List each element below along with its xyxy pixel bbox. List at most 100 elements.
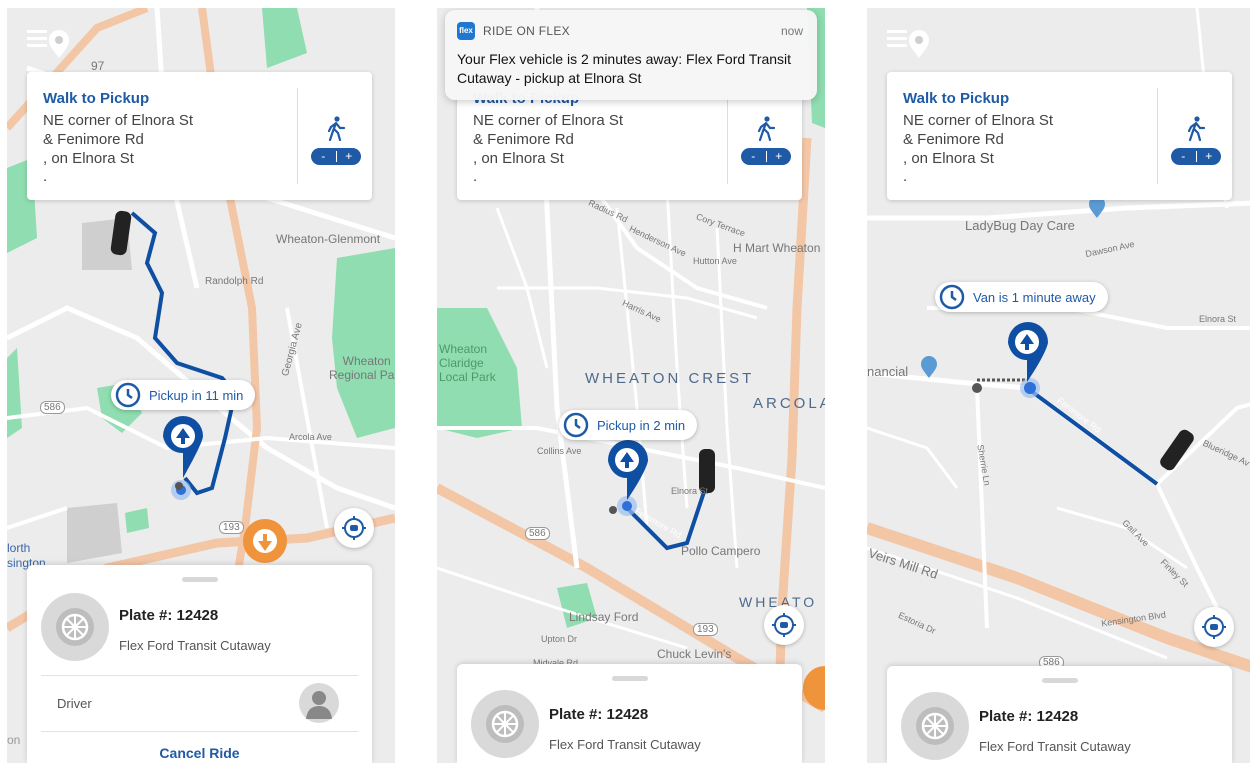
walk-time-stepper[interactable]: - + [1171, 148, 1221, 165]
divider [41, 675, 358, 676]
route-shield-193: 193 [693, 623, 718, 636]
card-address-line2: & Fenimore Rd [43, 131, 144, 148]
walk-to-pickup-card: Walk to Pickup NE corner of Elnora St & … [27, 72, 372, 200]
sheet-handle[interactable] [612, 676, 648, 681]
recenter-vehicle-button[interactable] [334, 508, 374, 548]
card-divider [297, 88, 298, 184]
map-label-lindsay: Lindsay Ford [569, 610, 639, 624]
map-label-ladybug: LadyBug Day Care [965, 218, 1075, 233]
plate-number: Plate #: 12428 [979, 708, 1079, 725]
walk-time-stepper[interactable]: - + [311, 148, 361, 165]
wheel-icon [916, 707, 954, 745]
menu-location-icon [887, 30, 929, 58]
vehicle-name: Flex Ford Transit Cutaway [549, 737, 701, 752]
vehicle-target-icon [772, 613, 796, 637]
card-address-line3: , on Elnora St [43, 150, 134, 167]
notification-body: Your Flex vehicle is 2 minutes away: Fle… [457, 51, 792, 86]
clock-icon [115, 382, 141, 408]
plate-number: Plate #: 12428 [119, 607, 219, 624]
recenter-vehicle-button[interactable] [764, 605, 804, 645]
card-address-line2: & Fenimore Rd [903, 131, 1004, 148]
clock-icon [939, 284, 965, 310]
map-label-arcola: ARCOLA [753, 395, 825, 412]
card-address-line4: . [473, 168, 478, 185]
divider [41, 731, 358, 732]
sheet-handle[interactable] [1042, 678, 1078, 683]
vehicle-avatar [901, 692, 969, 760]
card-address-line2: & Fenimore Rd [473, 131, 574, 148]
walking-person-icon [757, 116, 776, 142]
sheet-handle[interactable] [182, 577, 218, 582]
clock-icon [563, 412, 589, 438]
vehicle-sheet: Plate #: 12428 Flex Ford Transit Cutaway… [27, 565, 372, 763]
wheel-icon [486, 705, 524, 743]
push-notification[interactable]: flex RIDE ON FLEX now Your Flex vehicle … [445, 10, 817, 100]
wheel-icon [56, 608, 94, 646]
card-title: Walk to Pickup [903, 90, 1010, 107]
route-shield-193: 193 [219, 521, 244, 534]
map-label-randolph: Randolph Rd [205, 276, 264, 287]
card-address-line3: , on Elnora St [473, 150, 564, 167]
walking-person-icon [327, 116, 346, 142]
card-divider [1157, 88, 1158, 184]
menu-button[interactable] [25, 22, 73, 62]
map-label-wheaton-glenmont: Wheaton-Glenmont [276, 232, 381, 246]
plate-number: Plate #: 12428 [549, 706, 649, 723]
map-label-pollo: Pollo Campero [681, 544, 761, 558]
walking-person-icon [1187, 116, 1206, 142]
map-label-elnora: Elnora St [671, 486, 709, 496]
screen-walk-to-pickup-11min: 97 Randolph Rd Wheaton-Glenmont Georgia … [7, 8, 395, 763]
route-shield-586: 586 [40, 401, 65, 414]
stepper-minus[interactable]: - [1171, 148, 1196, 165]
vehicle-target-icon [342, 516, 366, 540]
vehicle-sheet: Plate #: 12428 Flex Ford Transit Cutaway [887, 666, 1232, 763]
walk-time-stepper[interactable]: - + [741, 148, 791, 165]
driver-avatar [299, 683, 339, 723]
card-title: Walk to Pickup [43, 90, 150, 107]
card-address-line1: NE corner of Elnora St [473, 112, 624, 129]
map-label-upton: Upton Dr [541, 634, 578, 644]
screen-notification-2min: H Mart Wheaton WHEATON CREST ARCOLA Poll… [437, 8, 825, 763]
stepper-plus[interactable]: + [1197, 148, 1222, 165]
pickup-eta-bubble: Pickup in 2 min [559, 410, 698, 440]
map-label-chuck: Chuck Levin's [657, 647, 732, 661]
notification-time: now [780, 24, 803, 38]
walk-to-pickup-card: Walk to Pickup NE corner of Elnora St & … [887, 72, 1232, 200]
stepper-minus[interactable]: - [311, 148, 336, 165]
pickup-eta-text: Pickup in 11 min [149, 387, 244, 403]
van-eta-text: Van is 1 minute away [973, 289, 1096, 305]
stepper-minus[interactable]: - [741, 148, 766, 165]
card-address-line4: . [903, 168, 908, 185]
notification-app-name: RIDE ON FLEX [483, 24, 570, 38]
pickup-eta-bubble: Pickup in 11 min [111, 380, 256, 410]
cancel-ride-button[interactable]: Cancel Ride [27, 745, 372, 761]
menu-button[interactable] [885, 22, 933, 62]
flex-app-logo: flex [457, 22, 475, 40]
pickup-eta-text: Pickup in 2 min [597, 417, 686, 433]
card-address-line4: . [43, 168, 48, 185]
vehicle-name: Flex Ford Transit Cutaway [119, 638, 271, 653]
stepper-plus[interactable]: + [337, 148, 362, 165]
route-shield-586: 586 [525, 527, 550, 540]
van-eta-bubble: Van is 1 minute away [935, 282, 1108, 312]
map-label-on: on [7, 733, 21, 747]
card-address-line3: , on Elnora St [903, 150, 994, 167]
card-address-line1: NE corner of Elnora St [903, 112, 1054, 129]
vehicle-avatar [41, 593, 109, 661]
recenter-vehicle-button[interactable] [1194, 607, 1234, 647]
vehicle-sheet: Plate #: 12428 Flex Ford Transit Cutaway [457, 664, 802, 763]
map-label-wheaton-crest: WHEATON CREST [585, 370, 755, 387]
map-label-hutton: Hutton Ave [693, 256, 737, 266]
map-label-north: lorth [7, 541, 31, 555]
vehicle-avatar [471, 690, 539, 758]
menu-location-icon [27, 30, 69, 58]
map-label-wheaton-park: Wheaton Regional Park [329, 354, 395, 382]
map-label-elnora: Elnora St [1199, 314, 1237, 324]
driver-label: Driver [57, 696, 92, 711]
screen-van-1min: LadyBug Day Care Dawson Ave Elnora St na… [867, 8, 1250, 763]
map-label-claridge: Wheaton Claridge Local Park [439, 342, 496, 384]
map-label-hmart: H Mart Wheaton [733, 241, 821, 255]
map-label-collins: Collins Ave [537, 446, 582, 456]
card-divider [727, 88, 728, 184]
stepper-plus[interactable]: + [767, 148, 792, 165]
